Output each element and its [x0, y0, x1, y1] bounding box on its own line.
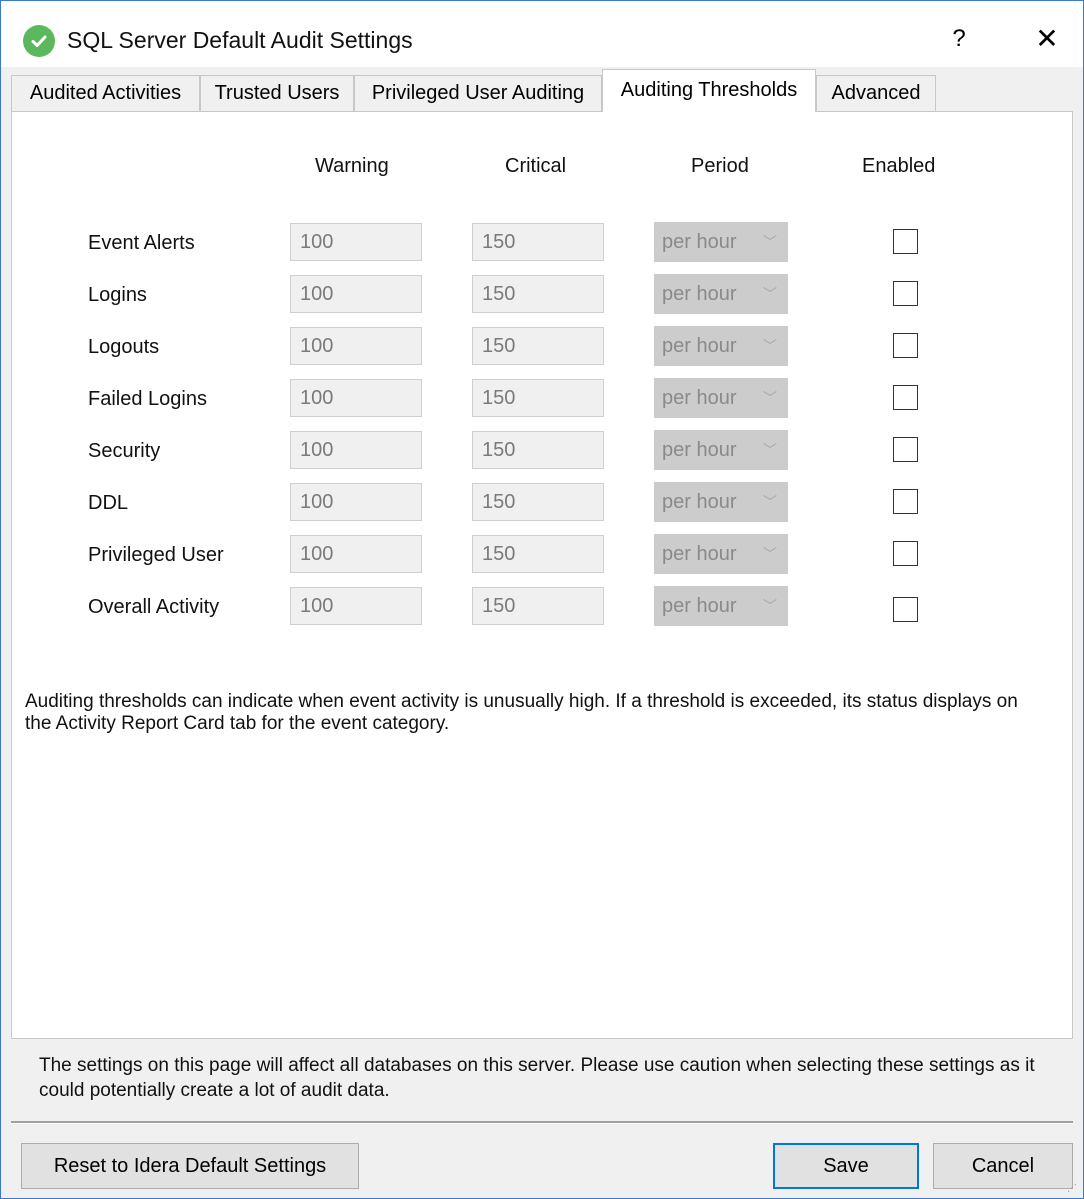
chevron-down-icon: ﹀: [763, 390, 777, 406]
period-select-privileged-user[interactable]: per hour ﹀: [654, 534, 788, 574]
cancel-button[interactable]: Cancel: [933, 1143, 1073, 1189]
footer-warning-text: The settings on this page will affect al…: [39, 1055, 1035, 1101]
period-select-overall-activity[interactable]: per hour ﹀: [654, 586, 788, 626]
period-value: per hour: [662, 595, 737, 617]
row-label-event-alerts: Event Alerts: [88, 232, 195, 254]
critical-field-failed-logins[interactable]: 150: [472, 379, 604, 417]
chevron-down-icon: ﹀: [763, 546, 777, 562]
column-header-critical: Critical: [505, 155, 567, 177]
period-value: per hour: [662, 387, 737, 409]
period-select-logins[interactable]: per hour ﹀: [654, 274, 788, 314]
chevron-down-icon: ﹀: [763, 338, 777, 354]
column-header-warning: Warning: [315, 155, 389, 177]
period-value: per hour: [662, 335, 737, 357]
row-label-failed-logins: Failed Logins: [88, 388, 207, 410]
period-value: per hour: [662, 543, 737, 565]
period-value: per hour: [662, 231, 737, 253]
warning-field-event-alerts[interactable]: 100: [290, 223, 422, 261]
window-title: SQL Server Default Audit Settings: [67, 27, 413, 53]
period-select-logouts[interactable]: per hour ﹀: [654, 326, 788, 366]
warning-field-privileged-user[interactable]: 100: [290, 535, 422, 573]
dialog-window: SQL Server Default Audit Settings ? ✕ Au…: [0, 0, 1084, 1199]
footer-separator: [11, 1121, 1073, 1124]
green-check-circle-icon: [23, 25, 55, 57]
critical-field-logins[interactable]: 150: [472, 275, 604, 313]
save-button[interactable]: Save: [773, 1143, 919, 1189]
row-label-ddl: DDL: [88, 492, 129, 514]
tab-audited-activities[interactable]: Audited Activities: [11, 75, 200, 111]
enabled-checkbox-failed-logins[interactable]: [893, 385, 918, 410]
row-label-security: Security: [88, 440, 161, 462]
row-label-logins: Logins: [88, 284, 147, 306]
reset-defaults-button[interactable]: Reset to Idera Default Settings: [21, 1143, 359, 1189]
close-icon[interactable]: ✕: [1025, 17, 1069, 61]
period-select-ddl[interactable]: per hour ﹀: [654, 482, 788, 522]
enabled-checkbox-event-alerts[interactable]: [893, 229, 918, 254]
tab-privileged-user-auditing[interactable]: Privileged User Auditing: [354, 75, 602, 111]
chevron-down-icon: ﹀: [763, 494, 777, 510]
period-value: per hour: [662, 439, 737, 461]
chevron-down-icon: ﹀: [763, 442, 777, 458]
critical-field-event-alerts[interactable]: 150: [472, 223, 604, 261]
chevron-down-icon: ﹀: [763, 286, 777, 302]
critical-field-security[interactable]: 150: [472, 431, 604, 469]
row-label-privileged-user: Privileged User: [88, 544, 224, 566]
critical-field-ddl[interactable]: 150: [472, 483, 604, 521]
warning-field-security[interactable]: 100: [290, 431, 422, 469]
period-value: per hour: [662, 491, 737, 513]
thresholds-panel: Warning Critical Period Enabled Event Al…: [11, 111, 1073, 1039]
enabled-checkbox-logouts[interactable]: [893, 333, 918, 358]
column-header-period: Period: [691, 155, 749, 177]
resize-grip-icon[interactable]: ⋰: [1067, 1183, 1079, 1195]
chevron-down-icon: ﹀: [763, 598, 777, 614]
row-label-logouts: Logouts: [88, 336, 160, 358]
enabled-checkbox-ddl[interactable]: [893, 489, 918, 514]
tab-trusted-users[interactable]: Trusted Users: [200, 75, 354, 111]
warning-field-logouts[interactable]: 100: [290, 327, 422, 365]
period-select-failed-logins[interactable]: per hour ﹀: [654, 378, 788, 418]
tab-advanced[interactable]: Advanced: [816, 75, 936, 111]
warning-field-overall-activity[interactable]: 100: [290, 587, 422, 625]
thresholds-description: Auditing thresholds can indicate when ev…: [25, 691, 1018, 734]
warning-field-ddl[interactable]: 100: [290, 483, 422, 521]
critical-field-privileged-user[interactable]: 150: [472, 535, 604, 573]
title-bar: SQL Server Default Audit Settings ? ✕: [1, 1, 1083, 67]
period-value: per hour: [662, 283, 737, 305]
period-select-security[interactable]: per hour ﹀: [654, 430, 788, 470]
tab-strip: Audited Activities Trusted Users Privile…: [11, 69, 1073, 112]
period-select-event-alerts[interactable]: per hour ﹀: [654, 222, 788, 262]
tab-auditing-thresholds[interactable]: Auditing Thresholds: [602, 69, 816, 112]
column-header-enabled: Enabled: [862, 155, 936, 177]
enabled-checkbox-security[interactable]: [893, 437, 918, 462]
critical-field-overall-activity[interactable]: 150: [472, 587, 604, 625]
chevron-down-icon: ﹀: [763, 234, 777, 250]
help-button[interactable]: ?: [939, 17, 979, 61]
enabled-checkbox-logins[interactable]: [893, 281, 918, 306]
critical-field-logouts[interactable]: 150: [472, 327, 604, 365]
enabled-checkbox-overall-activity[interactable]: [893, 597, 918, 622]
row-label-overall-activity: Overall Activity: [88, 596, 220, 618]
warning-field-failed-logins[interactable]: 100: [290, 379, 422, 417]
enabled-checkbox-privileged-user[interactable]: [893, 541, 918, 566]
warning-field-logins[interactable]: 100: [290, 275, 422, 313]
